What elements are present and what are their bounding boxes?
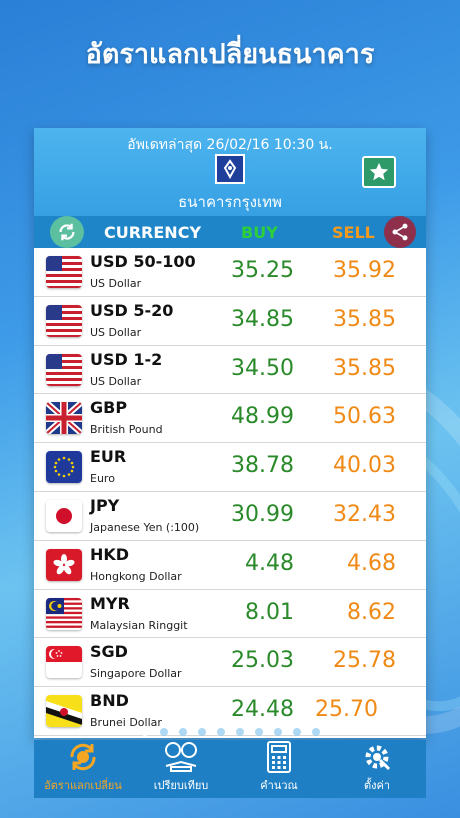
tab-label: ตั้งค่า [363, 779, 391, 792]
rate-row[interactable]: USD 1-2 US Dollar 34.50 35.85 [34, 345, 426, 395]
sell-rate: 25.70 [315, 697, 378, 723]
currency-name: British Pound [90, 423, 163, 437]
currency-code: JPY [90, 495, 120, 515]
currency-code: GBP [90, 398, 128, 418]
uk-flag-icon [46, 402, 82, 435]
currency-name: US Dollar [90, 374, 142, 388]
rate-row[interactable]: USD 5-20 US Dollar 34.85 35.85 [34, 296, 426, 346]
sell-column-header: SELL [332, 222, 375, 242]
sell-rate: 50.63 [333, 404, 396, 430]
sell-rate: 32.43 [333, 501, 396, 527]
us-flag-icon [46, 256, 82, 288]
page-dot[interactable] [273, 728, 282, 736]
page-indicator[interactable] [34, 728, 426, 738]
app-title: อัตราแลกเปลี่ยนธนาคาร [85, 39, 375, 70]
page-dot[interactable] [216, 728, 225, 736]
sell-rate: 4.68 [347, 550, 396, 576]
japan-flag-icon [46, 499, 82, 532]
sell-rate: 35.85 [333, 355, 396, 381]
currency-name: US Dollar [90, 325, 142, 339]
rate-row[interactable]: SGD Singapore Dollar 25.03 25.78 [34, 638, 426, 688]
tab-label: เปรียบเทียบ [153, 779, 209, 792]
page-dot[interactable] [254, 728, 263, 736]
bank-logo-icon [215, 154, 245, 184]
page-dot[interactable] [178, 728, 187, 736]
page-dot[interactable] [311, 728, 320, 736]
hongkong-flag-icon [46, 548, 82, 581]
buy-rate: 48.99 [231, 404, 294, 430]
sell-rate: 40.03 [333, 453, 396, 479]
compare-icon [165, 742, 197, 772]
calculator-icon [267, 741, 291, 773]
buy-rate: 38.78 [231, 453, 294, 479]
buy-rate: 4.48 [245, 550, 294, 576]
buy-column-header: BUY [241, 222, 278, 242]
currency-column-header: CURRENCY [104, 222, 202, 242]
page-dot[interactable] [140, 728, 149, 736]
currency-code: MYR [90, 593, 130, 613]
panel-header: อัพเดทล่าสุด 26/02/16 10:30 น. ธนาคารกรุ… [34, 128, 426, 216]
buy-rate: 8.01 [245, 599, 294, 625]
currency-name: Euro [90, 472, 115, 486]
currency-name: Japanese Yen (:100) [90, 520, 200, 534]
singapore-flag-icon [46, 646, 82, 679]
buy-rate: 34.50 [231, 355, 294, 381]
tab-exchange-rates[interactable]: อัตราแลกเปลี่ยน [34, 740, 132, 798]
buy-rate: 30.99 [231, 501, 294, 527]
sell-rate: 25.78 [333, 648, 396, 674]
buy-rate: 34.85 [231, 306, 294, 332]
sell-rate: 35.85 [333, 306, 396, 332]
currency-code: USD 5-20 [90, 300, 174, 320]
currency-code: SGD [90, 642, 128, 662]
sell-rate: 35.92 [333, 258, 396, 283]
rates-panel: อัพเดทล่าสุด 26/02/16 10:30 น. ธนาคารกรุ… [34, 128, 426, 738]
favorite-button[interactable] [362, 156, 396, 188]
us-flag-icon [46, 304, 82, 337]
bank-name: ธนาคารกรุงเทพ [178, 193, 282, 211]
settings-icon [365, 745, 391, 771]
bottom-tab-bar: อัตราแลกเปลี่ยน เปรียบเทียบ คำนวณ ตั้งค่… [34, 740, 426, 798]
buy-rate: 25.03 [231, 648, 294, 674]
refresh-icon [59, 223, 75, 241]
tab-compare[interactable]: เปรียบเทียบ [132, 740, 230, 798]
rate-row[interactable]: GBP British Pound 48.99 50.63 [34, 394, 426, 444]
tab-calculator[interactable]: คำนวณ [230, 740, 328, 798]
malaysia-flag-icon [46, 597, 82, 630]
currency-code: EUR [90, 447, 127, 467]
last-updated: อัพเดทล่าสุด 26/02/16 10:30 น. [127, 137, 333, 153]
currency-name: US Dollar [90, 277, 142, 290]
rate-row[interactable]: JPY Japanese Yen (:100) 30.99 32.43 [34, 491, 426, 541]
share-icon [392, 223, 408, 241]
currency-name: Malaysian Ringgit [90, 618, 188, 632]
eu-flag-icon [46, 451, 82, 484]
currency-code: BND [90, 691, 129, 711]
tab-label: คำนวณ [260, 779, 298, 792]
page-dot[interactable] [235, 728, 244, 736]
buy-rate: 24.48 [231, 697, 294, 723]
star-icon [369, 162, 389, 181]
us-flag-icon [46, 353, 82, 386]
rate-row[interactable]: EUR Euro 38.78 40.03 [34, 443, 426, 492]
currency-code: USD 1-2 [90, 349, 163, 369]
page-dot[interactable] [292, 728, 301, 736]
sell-rate: 8.62 [347, 599, 396, 625]
page-dot[interactable] [159, 728, 168, 736]
currency-name: Hongkong Dollar [90, 569, 182, 583]
refresh-button[interactable] [50, 216, 84, 248]
rate-row[interactable]: MYR Malaysian Ringgit 8.01 8.62 [34, 589, 426, 639]
share-button[interactable] [384, 216, 416, 248]
rate-row[interactable]: HKD Hongkong Dollar 4.48 4.68 [34, 540, 426, 590]
currency-exchange-icon [70, 743, 96, 771]
tab-label: อัตราแลกเปลี่ยน [44, 779, 122, 792]
buy-rate: 35.25 [231, 258, 294, 283]
currency-code: USD 50-100 [90, 252, 196, 271]
column-header: CURRENCY BUY SELL [34, 216, 426, 248]
currency-name: Singapore Dollar [90, 667, 182, 681]
tab-settings[interactable]: ตั้งค่า [328, 740, 426, 798]
currency-code: HKD [90, 544, 130, 564]
brunei-flag-icon [46, 695, 82, 728]
rates-list: USD 50-100 US Dollar 35.25 35.92 USD 5-2… [34, 248, 426, 736]
rate-row[interactable]: USD 50-100 US Dollar 35.25 35.92 [34, 248, 426, 297]
page-dot[interactable] [197, 728, 206, 736]
